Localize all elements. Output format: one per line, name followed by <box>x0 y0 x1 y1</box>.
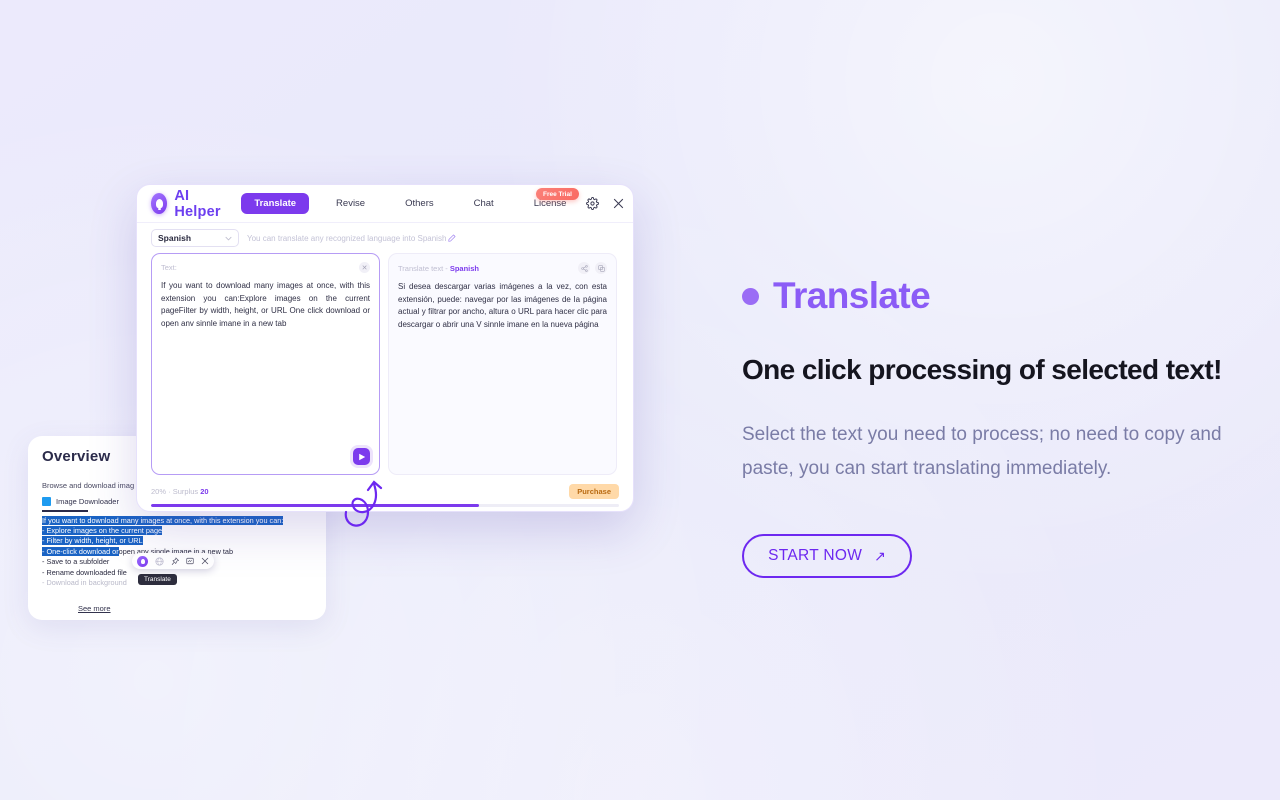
selection-toolbar[interactable] <box>132 553 214 569</box>
edit-pencil-icon[interactable] <box>448 234 456 242</box>
target-panel-text: Si desea descargar varias imágenes a la … <box>398 282 607 329</box>
send-button[interactable] <box>353 448 370 465</box>
list-item-dim: - Download in background <box>42 577 127 587</box>
quota-separator: · <box>168 487 171 496</box>
overview-divider <box>42 510 88 512</box>
translate-globe-icon[interactable] <box>155 556 164 566</box>
quota-label: Surplus <box>172 487 199 496</box>
quota-value: 20 <box>200 487 209 496</box>
nav-tabs: Translate Revise Others Chat License <box>241 193 586 214</box>
tab-others[interactable]: Others <box>385 198 454 209</box>
screenshot-icon[interactable] <box>186 557 194 565</box>
tab-chat[interactable]: Chat <box>454 198 514 209</box>
target-panel-actions <box>578 262 607 274</box>
share-icon[interactable] <box>578 262 590 274</box>
brand: AI Helper <box>151 188 225 220</box>
list-item: If you want to download many images at o… <box>42 515 312 526</box>
overview-app-name: Image Downloader <box>56 497 119 506</box>
header-actions <box>586 197 625 210</box>
tab-translate[interactable]: Translate <box>241 193 310 214</box>
brand-name: AI Helper <box>174 187 221 220</box>
target-panel-label: Translate text - Spanish <box>398 264 479 273</box>
quota-percent: 20% <box>151 487 167 496</box>
selected-text: - One-click download or <box>42 546 119 556</box>
source-panel-header: Text: ✕ <box>161 262 370 273</box>
promo-eyebrow: Translate <box>742 275 1280 317</box>
free-trial-badge: Free Trial <box>536 188 579 200</box>
ai-helper-logo-icon <box>151 193 168 214</box>
quota-text: 20% · Surplus 20 <box>151 487 209 496</box>
purchase-button[interactable]: Purchase <box>569 484 619 499</box>
list-item: - Rename downloaded file <box>42 567 127 577</box>
quota-progress-fill <box>151 504 479 507</box>
language-hint: You can translate any recognized languag… <box>247 234 456 243</box>
see-more-link[interactable]: See more <box>78 604 111 613</box>
curly-arrow-icon <box>338 476 390 539</box>
target-panel: Translate text - Spanish Si desea descar… <box>388 253 617 475</box>
gear-icon[interactable] <box>586 197 600 210</box>
ai-helper-logo-icon[interactable] <box>137 555 148 567</box>
bullet-dot-icon <box>742 287 759 305</box>
list-item: - Explore images on the current page <box>42 525 312 536</box>
language-selected-value: Spanish <box>158 233 192 243</box>
start-now-label: START NOW <box>768 547 863 564</box>
target-panel-label-text: Translate text - <box>398 263 450 273</box>
overview-feature-list: If you want to download many images at o… <box>42 515 312 589</box>
promo-headline: One click processing of selected text! <box>742 354 1222 385</box>
source-panel-label: Text: <box>161 263 177 272</box>
selected-text: - Explore images on the current page <box>42 525 163 535</box>
selected-text: If you want to download many images at o… <box>42 515 284 525</box>
language-select[interactable]: Spanish <box>151 229 239 247</box>
start-now-button[interactable]: START NOW ↗ <box>742 534 912 578</box>
translation-panels: Text: ✕ If you want to download many ima… <box>137 253 633 475</box>
chevron-down-icon <box>225 236 232 240</box>
close-icon[interactable] <box>201 557 209 565</box>
promo-section: Translate One click processing of select… <box>742 275 1280 578</box>
close-icon[interactable] <box>612 197 625 210</box>
clear-text-icon[interactable]: ✕ <box>359 262 370 273</box>
app-swatch-icon <box>42 497 51 506</box>
promo-subtext: Select the text you need to process; no … <box>742 418 1280 486</box>
ai-helper-window: AI Helper Translate Revise Others Chat L… <box>136 184 634 512</box>
copy-icon[interactable] <box>595 262 607 274</box>
target-panel-header: Translate text - Spanish <box>398 262 607 274</box>
promo-subtext-line2: paste, you can start translating immedia… <box>742 458 1112 479</box>
language-row: Spanish You can translate any recognized… <box>137 223 633 253</box>
source-panel[interactable]: Text: ✕ If you want to download many ima… <box>151 253 380 475</box>
language-hint-text: You can translate any recognized languag… <box>247 233 447 243</box>
promo-subtext-line1: Select the text you need to process; no … <box>742 424 1222 445</box>
arrow-up-right-icon: ↗ <box>874 547 886 564</box>
promo-eyebrow-text: Translate <box>773 275 931 316</box>
list-item: - Filter by width, height, or URL <box>42 536 312 546</box>
selected-text: - Filter by width, height, or URL <box>42 536 143 546</box>
source-panel-text: If you want to download many images at o… <box>161 281 370 328</box>
translate-tooltip: Translate <box>138 574 177 585</box>
tab-revise[interactable]: Revise <box>316 198 385 209</box>
target-panel-language: Spanish <box>449 263 480 273</box>
pin-icon[interactable] <box>171 556 179 566</box>
